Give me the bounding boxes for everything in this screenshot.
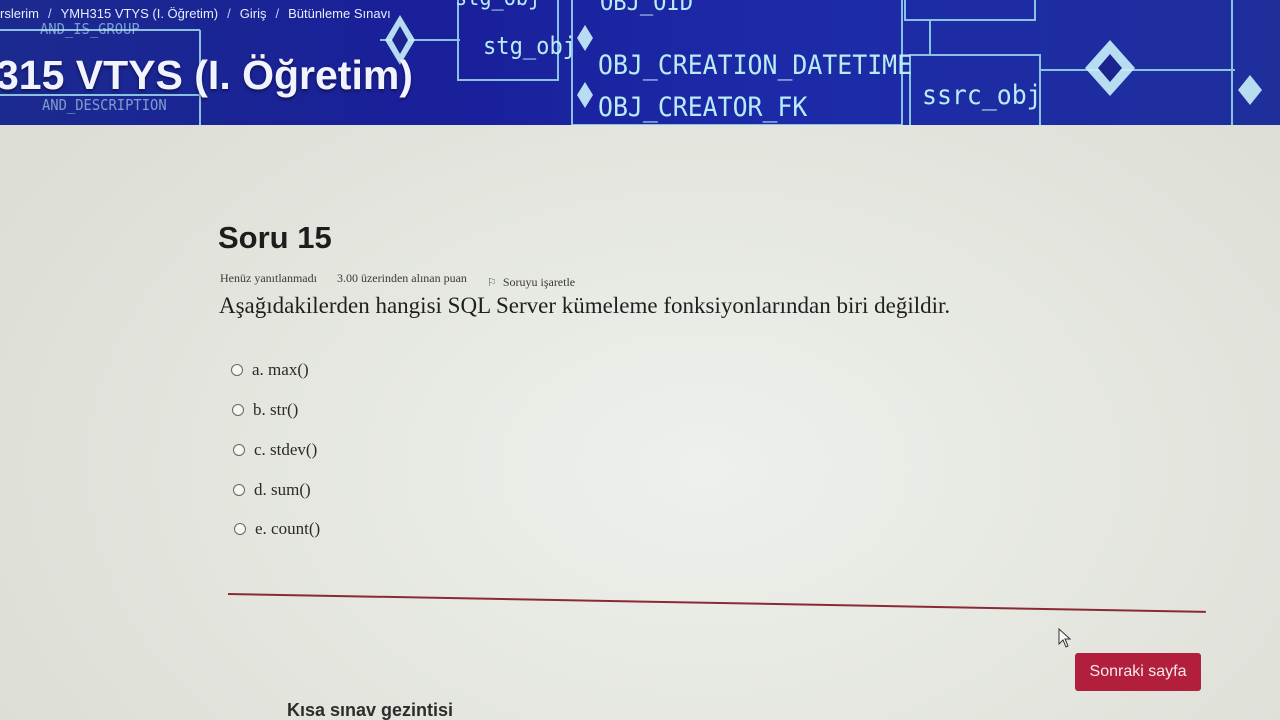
radio-button[interactable] [231, 364, 243, 376]
breadcrumb-item-courses[interactable]: rslerim [0, 6, 39, 24]
answer-option-label: c. stdev() [254, 440, 318, 459]
breadcrumb-separator: / [275, 6, 280, 21]
quiz-navigation-heading: Kısa sınav gezintisi [287, 700, 454, 720]
radio-button[interactable] [232, 404, 244, 416]
banner-text: OBJ_CREATION_DATETIME [598, 50, 913, 81]
answer-option-label: b. str() [253, 400, 299, 419]
answer-option-d[interactable]: d. sum() [233, 480, 311, 500]
answer-option-label: e. count() [255, 519, 321, 538]
question-points: 3.00 üzerinden alınan puan [336, 270, 467, 285]
mouse-pointer-icon [1058, 628, 1072, 648]
flag-question-link[interactable]: ⚐ Soruyu işaretle [487, 275, 575, 290]
banner-text: OBJ_OID [600, 0, 694, 16]
breadcrumb-item-section[interactable]: Giriş [240, 6, 267, 24]
answer-option-c[interactable]: c. stdev() [233, 440, 317, 460]
banner-text: stg_obj [483, 32, 577, 60]
banner-text: OBJ_CREATOR_FK [598, 92, 808, 123]
flag-question-label: Soruyu işaretle [502, 274, 576, 289]
question-text: Aşağıdakilerden hangisi SQL Server kümel… [219, 293, 951, 318]
breadcrumb-item-course[interactable]: YMH315 VTYS (I. Öğretim) [61, 6, 218, 24]
header-banner: stg_obj OBJ_OID AND_IS_GROUP AND_DESCRIP… [0, 0, 1280, 125]
course-title: 315 VTYS (I. Öğretim) [0, 52, 413, 98]
banner-text: stg_obj [455, 0, 540, 11]
answer-option-e[interactable]: e. count() [234, 519, 320, 539]
radio-button[interactable] [233, 444, 245, 456]
radio-button[interactable] [234, 523, 246, 535]
breadcrumb-separator: / [48, 6, 52, 21]
question-number: Soru 15 [218, 220, 332, 255]
answer-option-label: a. max() [252, 360, 309, 379]
flag-icon: ⚐ [486, 276, 497, 289]
answer-status: Henüz yanıtlanmadı [220, 270, 317, 285]
answer-option-a[interactable]: a. max() [231, 360, 309, 380]
radio-button[interactable] [233, 484, 245, 496]
breadcrumb-separator: / [227, 6, 231, 21]
next-page-button[interactable]: Sonraki sayfa [1075, 653, 1201, 691]
breadcrumb-item-exam[interactable]: Bütünleme Sınavı [288, 6, 391, 24]
question-info: Henüz yanıtlanmadı 3.00 üzerinden alınan… [220, 269, 575, 290]
breadcrumb: rslerim / YMH315 VTYS (I. Öğretim) / Gir… [0, 6, 391, 24]
section-divider [227, 593, 1206, 613]
answer-option-label: d. sum() [254, 480, 311, 499]
banner-text: ssrc_obj [922, 80, 1042, 111]
answer-option-b[interactable]: b. str() [232, 400, 298, 420]
